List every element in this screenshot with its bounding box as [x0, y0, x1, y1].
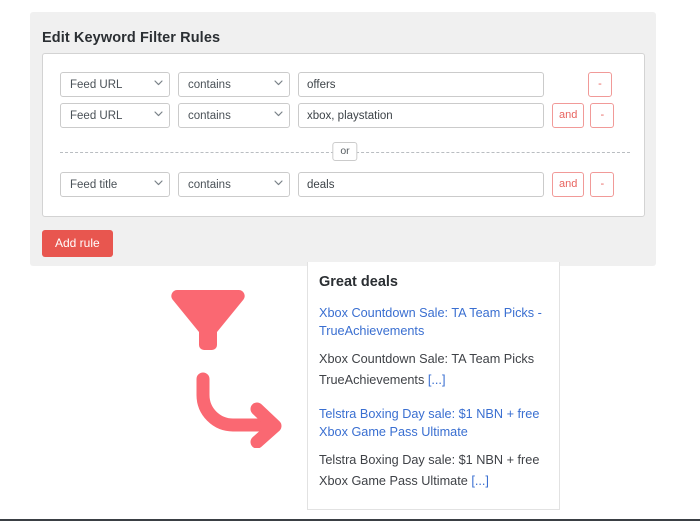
rule-field-select-0[interactable]: Feed URL: [60, 72, 170, 97]
rule-remove-button-0[interactable]: -: [588, 72, 612, 97]
rule-operator-select-label-1: contains: [188, 109, 231, 122]
rule-row: Feed URL contains -: [60, 72, 618, 97]
result-ellipsis[interactable]: [...]: [428, 373, 446, 387]
results-list: Xbox Countdown Sale: TA Team Picks - Tru…: [319, 304, 549, 506]
rule-operator-select-2[interactable]: contains: [178, 172, 290, 197]
rule-field-select-1[interactable]: Feed URL: [60, 103, 170, 128]
list-item: Xbox Countdown Sale: TA Team Picks - Tru…: [319, 304, 549, 391]
or-badge[interactable]: or: [332, 142, 358, 161]
result-ellipsis[interactable]: [...]: [471, 474, 489, 488]
chevron-down-icon: [274, 110, 283, 119]
result-description: Telstra Boxing Day sale: $1 NBN + free X…: [319, 450, 549, 492]
rule-row: Feed URL contains and -: [60, 103, 620, 128]
result-description: Xbox Countdown Sale: TA Team Picks TrueA…: [319, 349, 549, 391]
funnel-icon: [171, 290, 245, 350]
rule-operator-select-1[interactable]: contains: [178, 103, 290, 128]
keyword-filter-settings-panel: Edit Keyword Filter Rules Feed URL conta…: [30, 12, 656, 266]
chevron-down-icon: [274, 179, 283, 188]
result-description-text: Telstra Boxing Day sale: $1 NBN + free X…: [319, 453, 540, 488]
result-link[interactable]: Xbox Countdown Sale: TA Team Picks - Tru…: [319, 304, 549, 340]
funnel-and-arrow-svg: [171, 290, 282, 448]
page-title: Edit Keyword Filter Rules: [42, 30, 221, 46]
rule-field-select-label-0: Feed URL: [70, 78, 123, 91]
rule-value-input-0[interactable]: [298, 72, 544, 97]
or-divider: or: [60, 142, 630, 162]
rule-remove-button-2[interactable]: -: [590, 172, 615, 197]
add-rule-button[interactable]: Add rule: [42, 230, 113, 258]
rule-and-button-2[interactable]: and: [552, 172, 585, 197]
filter-illustration: [165, 283, 300, 448]
chevron-down-icon: [154, 79, 163, 88]
results-title: Great deals: [319, 274, 398, 290]
rule-operator-select-label-2: contains: [188, 178, 231, 191]
chevron-down-icon: [154, 179, 163, 188]
feed-results-card: Great deals Xbox Countdown Sale: TA Team…: [307, 262, 560, 510]
chevron-down-icon: [274, 79, 283, 88]
result-description-text: Xbox Countdown Sale: TA Team Picks TrueA…: [319, 352, 535, 387]
rule-remove-button-1[interactable]: -: [590, 103, 615, 128]
result-link[interactable]: Telstra Boxing Day sale: $1 NBN + free X…: [319, 405, 549, 441]
chevron-down-icon: [154, 110, 163, 119]
rule-value-input-2[interactable]: [298, 172, 544, 197]
rule-row: Feed title contains and -: [60, 172, 620, 197]
rule-field-select-label-1: Feed URL: [70, 109, 123, 122]
curved-arrow-icon: [196, 372, 282, 448]
list-item: Telstra Boxing Day sale: $1 NBN + free X…: [319, 405, 549, 492]
bottom-divider: [0, 519, 700, 521]
rule-value-input-1[interactable]: [298, 103, 544, 128]
rule-field-select-label-2: Feed title: [70, 178, 118, 191]
rule-field-select-2[interactable]: Feed title: [60, 172, 170, 197]
rule-and-button-1[interactable]: and: [552, 103, 585, 128]
rule-operator-select-0[interactable]: contains: [178, 72, 290, 97]
rule-operator-select-label-0: contains: [188, 78, 231, 91]
rules-container: Feed URL contains - Feed URL: [42, 53, 645, 217]
